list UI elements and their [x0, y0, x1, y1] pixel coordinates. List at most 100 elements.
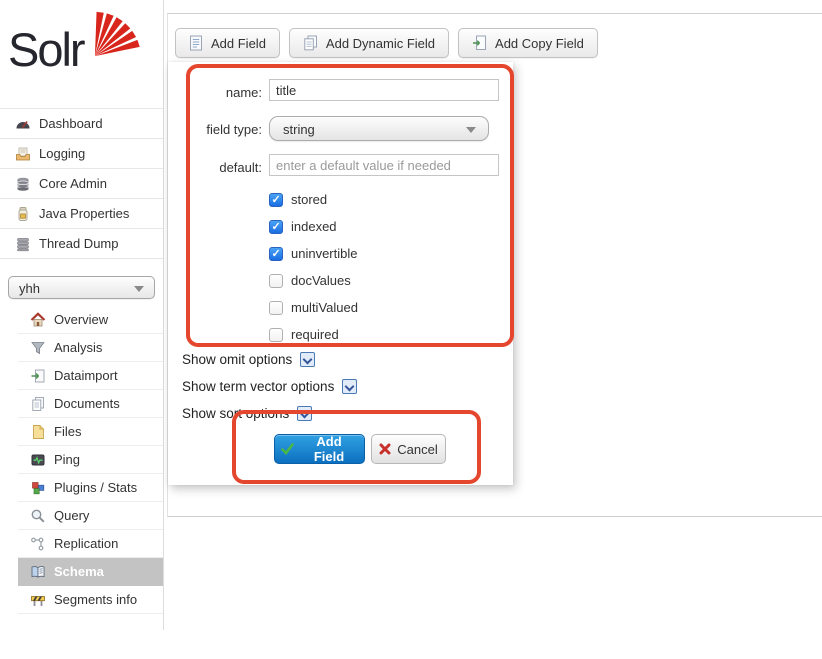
- field-type-dropdown[interactable]: string: [269, 116, 489, 141]
- show-sort-options-link[interactable]: Show sort options: [182, 406, 312, 421]
- document-icon: [189, 35, 203, 51]
- thread-dump-icon: [14, 235, 31, 252]
- sidebar-item-schema[interactable]: Schema: [18, 558, 163, 586]
- name-input[interactable]: [269, 79, 499, 101]
- checkbox-row-indexed[interactable]: indexed: [269, 219, 337, 234]
- sidebar-item-query[interactable]: Query: [18, 502, 163, 530]
- indexed-checkbox[interactable]: [269, 220, 283, 234]
- sidebar-item-label: Logging: [39, 139, 85, 168]
- checkbox-label: multiValued: [291, 300, 358, 315]
- docvalues-checkbox[interactable]: [269, 274, 283, 288]
- name-label: name:: [186, 85, 262, 100]
- segments-icon: [29, 591, 46, 608]
- plugins-icon: [29, 479, 46, 496]
- checkbox-row-docvalues[interactable]: docValues: [269, 273, 351, 288]
- submit-add-field-label: Add Field: [300, 434, 358, 464]
- sidebar-item-core-admin[interactable]: Core Admin: [0, 169, 163, 199]
- stored-checkbox[interactable]: [269, 193, 283, 207]
- checkbox-label: required: [291, 327, 339, 342]
- sidebar-item-java-properties[interactable]: Java Properties: [0, 199, 163, 229]
- sidebar-item-files[interactable]: Files: [18, 418, 163, 446]
- cancel-button-label: Cancel: [397, 442, 437, 457]
- sidebar-item-label: Segments info: [54, 586, 137, 613]
- checkbox-row-multivalued[interactable]: multiValued: [269, 300, 358, 315]
- default-label: default:: [186, 160, 262, 175]
- add-field-button-label: Add Field: [211, 36, 266, 51]
- sidebar-item-label: Files: [54, 418, 81, 445]
- expand-chevron-icon[interactable]: [300, 352, 315, 367]
- documents-stack-icon: [303, 35, 318, 51]
- multivalued-checkbox[interactable]: [269, 301, 283, 315]
- sidebar-item-label: Ping: [54, 446, 80, 473]
- sidebar-item-label: Schema: [54, 558, 104, 585]
- document-arrow-icon: [472, 35, 487, 51]
- ping-icon: [29, 451, 46, 468]
- sidebar-item-dashboard[interactable]: Dashboard: [0, 108, 163, 139]
- checkbox-label: indexed: [291, 219, 337, 234]
- sidebar-item-label: Dataimport: [54, 362, 118, 389]
- submit-add-field-button[interactable]: Add Field: [274, 434, 365, 464]
- sidebar-item-label: Documents: [54, 390, 120, 417]
- schema-icon: [29, 563, 46, 580]
- checkbox-label: uninvertible: [291, 246, 358, 261]
- add-field-button[interactable]: Add Field: [175, 28, 280, 58]
- documents-icon: [29, 395, 46, 412]
- solr-logo-burst-icon: [93, 8, 143, 61]
- chevron-down-icon: [134, 286, 144, 292]
- sidebar-item-label: Analysis: [54, 334, 102, 361]
- expand-chevron-icon[interactable]: [297, 406, 312, 421]
- sidebar-item-label: Replication: [54, 530, 118, 557]
- chevron-down-icon: [466, 127, 476, 133]
- checkbox-row-required[interactable]: required: [269, 327, 339, 342]
- sidebar-item-label: Java Properties: [39, 199, 129, 228]
- show-omit-options-link[interactable]: Show omit options: [182, 352, 315, 367]
- sidebar-item-thread-dump[interactable]: Thread Dump: [0, 229, 163, 259]
- dashboard-icon: [14, 115, 31, 132]
- checkbox-row-stored[interactable]: stored: [269, 192, 327, 207]
- core-nav: Overview Analysis Dataimport Documents: [0, 306, 163, 614]
- solr-logo-text: Solr: [8, 22, 84, 77]
- core-selector-dropdown[interactable]: yhh: [8, 276, 155, 299]
- check-icon: [281, 443, 294, 455]
- sidebar-item-replication[interactable]: Replication: [18, 530, 163, 558]
- uninvertible-checkbox[interactable]: [269, 247, 283, 261]
- sidebar-item-label: Dashboard: [39, 109, 103, 138]
- sidebar-item-logging[interactable]: Logging: [0, 139, 163, 169]
- cancel-button[interactable]: Cancel: [371, 434, 446, 464]
- sidebar-item-dataimport[interactable]: Dataimport: [18, 362, 163, 390]
- query-icon: [29, 507, 46, 524]
- overview-icon: [29, 311, 46, 328]
- core-admin-icon: [14, 175, 31, 192]
- solr-admin-app: Solr Dashboard Loggin: [0, 0, 822, 659]
- show-term-vector-options-link[interactable]: Show term vector options: [182, 379, 357, 394]
- add-copy-field-button[interactable]: Add Copy Field: [458, 28, 598, 58]
- java-properties-icon: [14, 205, 31, 222]
- sidebar-item-label: Query: [54, 502, 89, 529]
- sidebar-item-ping[interactable]: Ping: [18, 446, 163, 474]
- checkbox-row-uninvertible[interactable]: uninvertible: [269, 246, 358, 261]
- add-dynamic-field-button-label: Add Dynamic Field: [326, 36, 435, 51]
- sidebar-item-plugins-stats[interactable]: Plugins / Stats: [18, 474, 163, 502]
- analysis-icon: [29, 339, 46, 356]
- sidebar-item-label: Overview: [54, 306, 108, 333]
- sidebar-item-label: Core Admin: [39, 169, 107, 198]
- field-type-label: field type:: [186, 122, 262, 137]
- add-dynamic-field-button[interactable]: Add Dynamic Field: [289, 28, 449, 58]
- main-nav: Dashboard Logging Core Admin Java Proper…: [0, 108, 163, 259]
- x-icon: [379, 443, 391, 455]
- sidebar-item-label: Thread Dump: [39, 229, 118, 258]
- sidebar-item-documents[interactable]: Documents: [18, 390, 163, 418]
- required-checkbox[interactable]: [269, 328, 283, 342]
- dataimport-icon: [29, 367, 46, 384]
- checkbox-label: docValues: [291, 273, 351, 288]
- core-selector-value: yhh: [19, 281, 40, 296]
- expand-chevron-icon[interactable]: [342, 379, 357, 394]
- default-input[interactable]: [269, 154, 499, 176]
- sidebar-item-analysis[interactable]: Analysis: [18, 334, 163, 362]
- checkbox-label: stored: [291, 192, 327, 207]
- sidebar-item-overview[interactable]: Overview: [18, 306, 163, 334]
- field-type-value: string: [283, 122, 315, 137]
- sidebar-item-segments-info[interactable]: Segments info: [18, 586, 163, 614]
- logging-icon: [14, 145, 31, 162]
- add-copy-field-button-label: Add Copy Field: [495, 36, 584, 51]
